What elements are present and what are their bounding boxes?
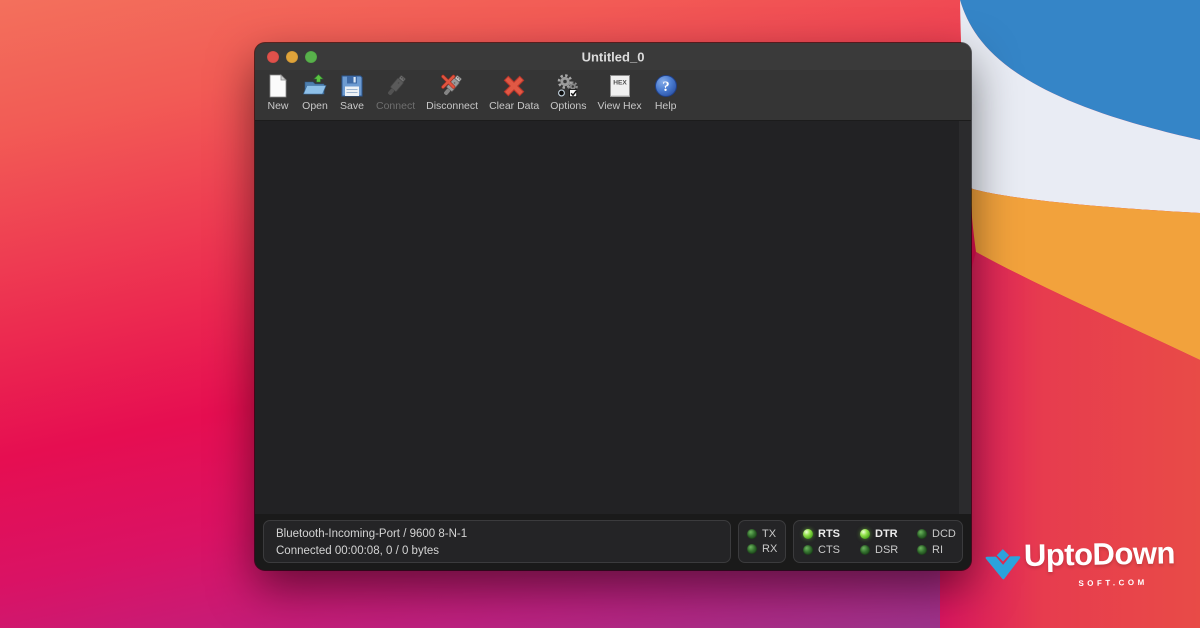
connect-button[interactable]: Connect [376,73,415,112]
tx-label: TX [762,528,776,540]
rx-led-icon [747,544,757,554]
dtr-indicator[interactable]: DTR [860,526,917,542]
open-button[interactable]: Open [302,73,328,112]
toolbar-label: Open [302,100,328,112]
ri-indicator: RI [917,542,963,558]
toolbar-label: New [267,100,288,112]
ri-led-icon [917,545,927,555]
new-button[interactable]: New [265,73,291,112]
options-button[interactable]: Options [550,73,586,112]
toolbar-label: Clear Data [489,100,539,112]
ri-label: RI [932,544,943,556]
connection-info-text: Connected 00:00:08, 0 / 0 bytes [276,543,730,560]
cts-led-icon [803,545,813,555]
help-icon: ? [653,73,679,99]
clear-data-button[interactable]: Clear Data [489,73,539,112]
usb-disconnect-icon [439,73,465,99]
view-hex-icon: HEX [607,73,633,99]
open-folder-icon [302,73,328,99]
tx-led-icon [747,529,757,539]
txrx-panel: TX RX [738,520,786,563]
view-hex-button[interactable]: HEX View Hex [597,73,641,112]
toolbar-label: Help [655,100,677,112]
coolterm-window: Untitled_0 New Open [255,43,971,570]
dsr-indicator: DSR [860,542,917,558]
toolbar-label: Save [340,100,364,112]
toolbar-label: View Hex [597,100,641,112]
cts-indicator: CTS [803,542,860,558]
disconnect-button[interactable]: Disconnect [426,73,478,112]
signal-panel: RTS DTR DCD CTS DSR RI [793,520,963,563]
dtr-label: DTR [875,528,898,540]
rts-led-icon [803,529,813,539]
toolbar-label: Options [550,100,586,112]
toolbar-label: Disconnect [426,100,478,112]
svg-text:HEX: HEX [613,80,627,87]
status-bar: Bluetooth-Incoming-Port / 9600 8-N-1 Con… [255,514,971,570]
uptodown-logo-icon [984,547,1023,582]
dsr-label: DSR [875,544,898,556]
window-title: Untitled_0 [255,49,971,64]
help-button[interactable]: ? Help [653,73,679,112]
new-document-icon [265,73,291,99]
rts-label: RTS [818,528,840,540]
clear-data-x-icon [501,73,527,99]
titlebar[interactable]: Untitled_0 [255,43,971,70]
toolbar: New Open [255,70,971,121]
options-gears-icon [555,73,581,99]
rx-indicator: RX [747,543,785,555]
svg-text:?: ? [662,79,669,95]
dtr-led-icon [860,529,870,539]
uptodown-watermark: UptoDown SOFT.COM [984,536,1176,581]
usb-connect-icon [383,73,409,99]
scrollbar-track[interactable] [959,121,971,514]
dcd-label: DCD [932,528,956,540]
dsr-led-icon [860,545,870,555]
rx-label: RX [762,543,777,555]
tx-indicator: TX [747,528,785,540]
port-settings-text: Bluetooth-Incoming-Port / 9600 8-N-1 [276,526,730,543]
cts-label: CTS [818,544,840,556]
wallpaper-waves [940,0,1200,628]
dcd-indicator: DCD [917,526,963,542]
save-button[interactable]: Save [339,73,365,112]
brand-subtext: SOFT.COM [1078,566,1148,601]
rts-indicator[interactable]: RTS [803,526,860,542]
dcd-led-icon [917,529,927,539]
toolbar-label: Connect [376,100,415,112]
save-floppy-icon [339,73,365,99]
terminal-display[interactable] [255,121,971,514]
connection-status-panel: Bluetooth-Incoming-Port / 9600 8-N-1 Con… [263,520,731,563]
uptodown-brand-text: UptoDown SOFT.COM [1024,536,1176,573]
